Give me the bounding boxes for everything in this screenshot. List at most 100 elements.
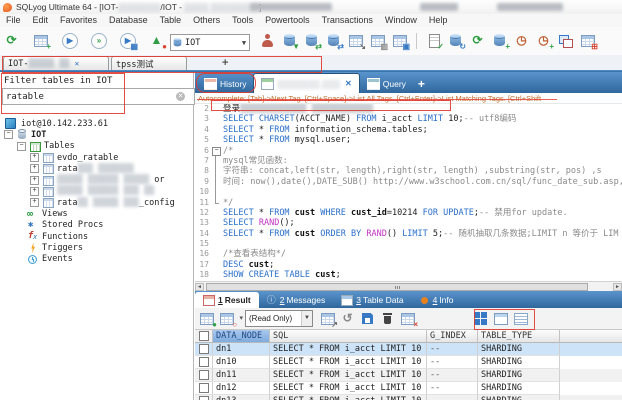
format-query-icon[interactable]: ▲● [148,32,165,49]
menu-window[interactable]: Window [379,14,423,27]
filter-tables-input[interactable] [2,88,195,105]
new-query-editor-icon[interactable]: + [32,32,49,49]
connect-icon[interactable]: ⟳ [3,32,20,49]
menu-edit[interactable]: Edit [27,14,55,27]
form-view-icon[interactable] [492,310,509,327]
clear-filter-icon[interactable]: ✕ [176,92,185,101]
stored-procs-folder[interactable]: Stored Procs [0,220,193,231]
row-checkbox[interactable] [195,343,213,356]
text-view-icon[interactable] [512,310,529,327]
execute-query-icon[interactable]: ▶ [61,32,78,49]
result-tab-messages[interactable]: 2Messages [259,292,333,308]
query-builder-icon[interactable]: ⊞ [579,32,596,49]
result-tab-result[interactable]: 1Result [195,292,259,308]
save-changes-icon[interactable] [359,310,376,327]
views-folder[interactable]: Views [0,208,193,219]
cell-sql: SELECT * FROM i_acct LIMIT 10 [270,343,427,356]
close-icon[interactable]: ✕ [345,79,352,88]
schema-designer-icon[interactable] [557,32,574,49]
database-selector[interactable]: IOT ▼ [170,34,250,51]
select-all-checkbox[interactable] [195,330,213,343]
tab-query[interactable]: Query [360,74,413,93]
connection-tab-tpss[interactable]: tpss测试 [111,56,187,70]
scroll-left-icon[interactable]: ◄ [195,283,204,291]
export-resultset-icon[interactable]: ↗ [319,310,336,327]
new-connection-tab-button[interactable]: + [222,57,228,69]
functions-folder[interactable]: Functions [0,231,193,242]
column-header-g_index[interactable]: G_INDEX [427,330,478,343]
events-folder[interactable]: Events [0,254,193,265]
result-row-dn10[interactable]: dn10SELECT * FROM i_acct LIMIT 10--SHARD… [195,356,622,369]
copy-database-icon[interactable]: ▼ [281,32,298,49]
result-row-dn13[interactable]: dn13SELECT * FROM i_acct LIMIT 10--SHARD… [195,395,622,400]
sql-editor-area[interactable]: 2登录▒▒▒▒▒▒▒▒▒▒▒▒▒ ▒▒▒▒▒▒▒▒▒▒▒▒3SELECT CHA… [195,104,622,281]
result-tab-info[interactable]: 4Info [412,292,462,308]
table-redacted-2[interactable]: +▒▒▒▒▒ ▒▒▒▒▒▒ ▒▒▒▒▒ or [0,174,193,185]
triggers-folder[interactable]: Triggers [0,242,193,253]
query-profiler-icon[interactable]: ✓ [425,32,442,49]
menu-database[interactable]: Database [103,14,154,27]
grid-view-icon[interactable] [472,310,489,327]
stop-icon[interactable]: × [399,310,416,327]
column-header-table_type[interactable]: TABLE_TYPE [478,330,560,343]
tables-folder[interactable]: −Tables [0,141,193,152]
result-tab-table-data[interactable]: 3Table Data [333,292,411,308]
editor-horizontal-scrollbar[interactable]: ◄ ► [195,281,622,291]
result-row-dn1[interactable]: dn1SELECT * FROM i_acct LIMIT 10--SHARDI… [195,343,622,356]
chevron-down-icon[interactable]: ▼ [239,39,249,47]
revert-changes-icon[interactable]: ↺ [339,310,356,327]
menu-transactions[interactable]: Transactions [316,14,379,27]
tab-sql-file[interactable]: ▒▒▒▒▒▒▒.▒▒▒ ✕ [253,73,359,93]
backup-database-icon[interactable]: + [491,32,508,49]
scrollbar-thumb[interactable] [206,283,588,291]
row-checkbox[interactable] [195,382,213,395]
import-table-icon[interactable]: ▥ [369,32,386,49]
export-table-icon[interactable]: ↘ [347,32,364,49]
column-header-data_node[interactable]: DATA_NODE [213,330,270,343]
redacted-title-blob [497,3,563,11]
refresh-object-browser-icon[interactable]: ⟳ [469,32,486,49]
job-agent-icon[interactable]: ◷+ [535,32,552,49]
result-row-dn11[interactable]: dn11SELECT * FROM i_acct LIMIT 10--SHARD… [195,369,622,382]
result-mode-select[interactable]: (Read Only) ▼ [245,310,313,327]
table-evdo-ratable[interactable]: +evdo_ratable [0,152,193,163]
cell-table_type: SHARDING [478,356,560,369]
results-tab-bar: 1Result2Messages3Table Data4Info [195,291,622,308]
execute-all-queries-icon[interactable]: » [90,32,107,49]
row-checkbox[interactable] [195,356,213,369]
sync-database-icon[interactable]: ⇄ [303,32,320,49]
row-checkbox[interactable] [195,395,213,400]
result-row-dn12[interactable]: dn12SELECT * FROM i_acct LIMIT 10--SHARD… [195,382,622,395]
refresh-resultset-icon[interactable]: ● [198,310,215,327]
table-redacted-1[interactable]: +rata▒▒▒ ▒▒▒▒▒▒▒ [0,163,193,174]
database-iot[interactable]: −IOT [0,129,193,140]
menu-file[interactable]: File [0,14,27,27]
chevron-down-icon[interactable]: ▼ [301,311,312,326]
menu-table[interactable]: Table [154,14,188,27]
row-checkbox[interactable] [195,369,213,382]
schema-sync-icon[interactable]: ↻ [447,32,464,49]
column-header-sql[interactable]: SQL [270,330,427,343]
duplicate-table-icon[interactable]: ▣ [391,32,408,49]
close-icon[interactable]: ✕ [74,59,79,68]
tab-history[interactable]: History [197,74,253,93]
delete-rows-icon[interactable] [379,310,396,327]
connection-tab-iot[interactable]: IOT- ▒▒▒▒▒ ▒▒ ✕ [3,56,109,70]
scroll-right-icon[interactable]: ► [613,283,622,291]
filter-icon[interactable]: ○▾ [218,310,235,327]
connection-iot[interactable]: iot@10.142.233.61 [0,118,193,129]
menu-tools[interactable]: Tools [226,14,259,27]
toolbar-separator [416,33,417,49]
scheduled-backup-icon[interactable]: ◷ [513,32,530,49]
menu-powertools[interactable]: Powertools [259,14,316,27]
menu-others[interactable]: Others [187,14,226,27]
table-redacted-3[interactable]: +▒▒▒▒▒ ▒▒▒▒▒▒ ▒▒▒ ▒▒ [0,186,193,197]
execute-explain-icon[interactable]: ▶▦ [119,32,136,49]
menu-favorites[interactable]: Favorites [54,14,103,27]
table-redacted-config[interactable]: +rata▒▒ ▒▒▒▒▒ ▒▒▒_config [0,197,193,208]
table-icon [42,175,54,186]
menu-help[interactable]: Help [423,14,454,27]
import-external-data-icon[interactable]: ⇄ [325,32,342,49]
user-manager-icon[interactable] [259,32,276,49]
new-query-tab-button[interactable]: + [413,74,430,93]
